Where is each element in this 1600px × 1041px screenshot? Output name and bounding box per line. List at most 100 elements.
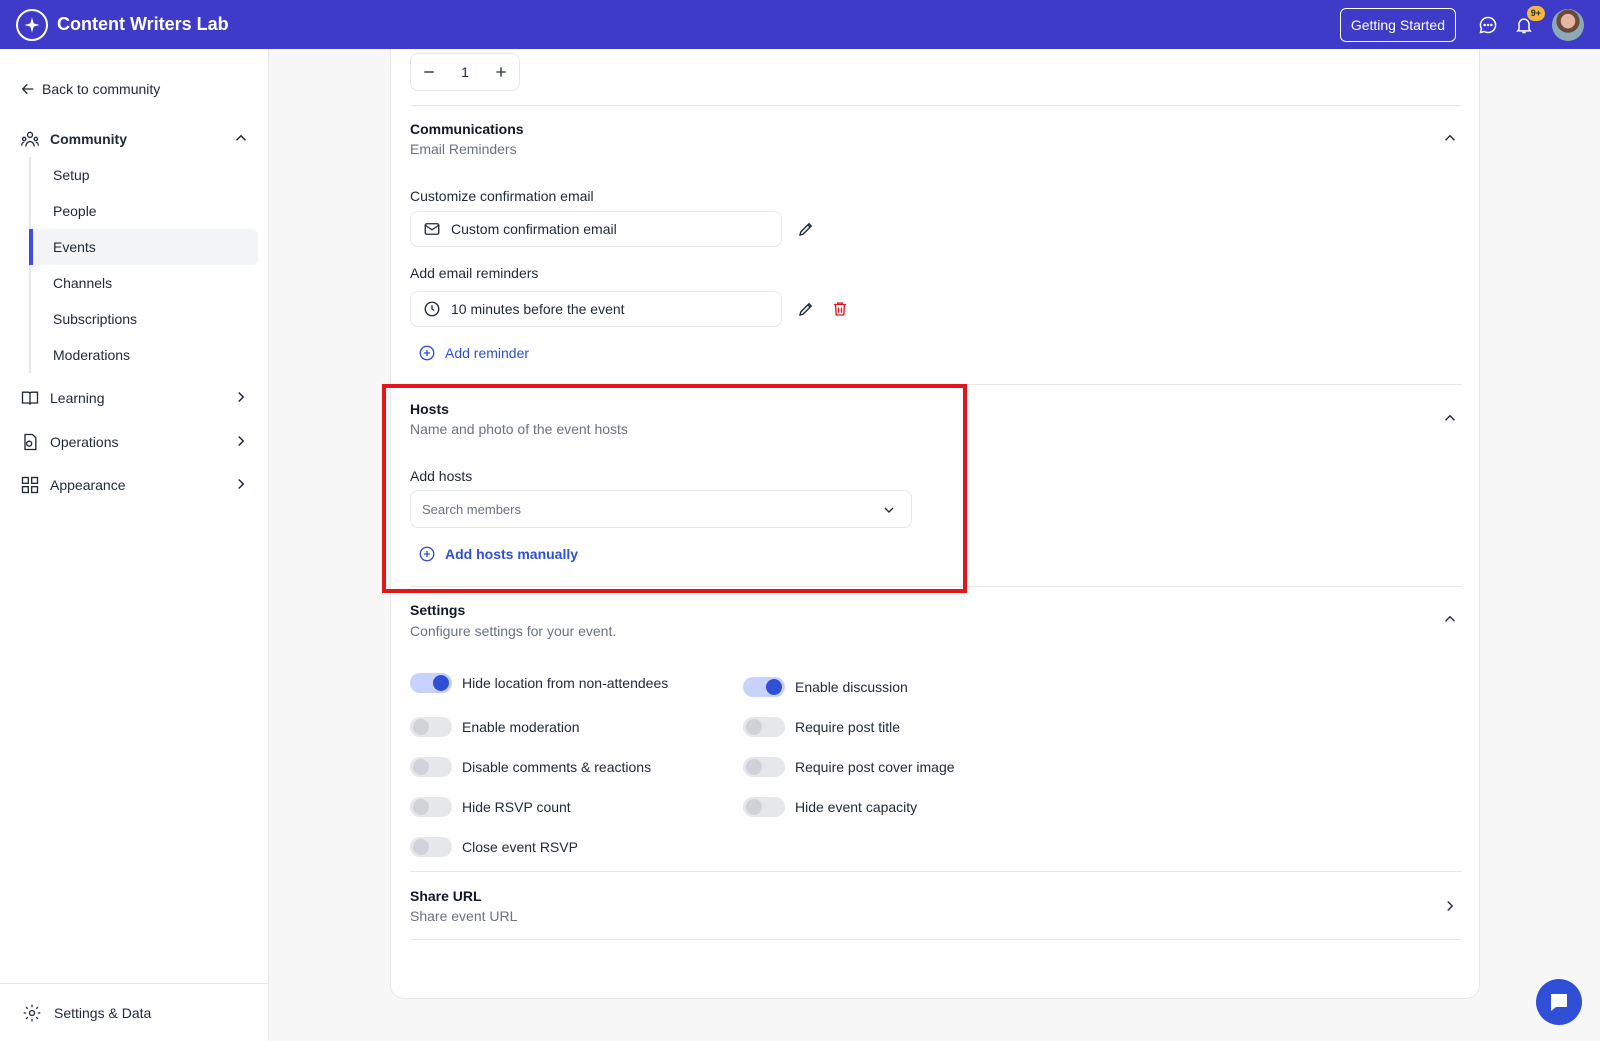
mail-icon xyxy=(424,223,440,235)
pencil-icon[interactable] xyxy=(795,298,817,320)
chat-bubble-icon xyxy=(1551,994,1567,1011)
hosts-highlight-box xyxy=(382,384,967,593)
confirmation-email-label: Customize confirmation email xyxy=(410,188,594,204)
toggle-hide-rsvp-count[interactable]: Hide RSVP count xyxy=(410,797,571,817)
sidebar-item-moderations[interactable]: Moderations xyxy=(31,337,258,373)
toggle-switch[interactable] xyxy=(410,757,452,777)
plus-icon[interactable] xyxy=(493,64,509,80)
top-bar: Content Writers Lab Getting Started 9+ xyxy=(0,0,1600,49)
chevron-up-icon[interactable] xyxy=(1441,409,1459,427)
toggle-switch[interactable] xyxy=(410,717,452,737)
chevron-up-icon[interactable] xyxy=(1441,610,1459,628)
book-icon xyxy=(21,391,39,405)
community-icon xyxy=(21,131,39,147)
sidebar-item-label: Learning xyxy=(50,390,105,406)
email-reminders-label: Add email reminders xyxy=(410,265,539,281)
clock-icon xyxy=(424,301,440,317)
share-url-title[interactable]: Share URL xyxy=(410,888,482,904)
operations-icon xyxy=(24,433,37,451)
add-reminder-button[interactable]: Add reminder xyxy=(418,344,529,362)
toggle-label: Close event RSVP xyxy=(462,839,578,855)
settings-subtitle: Configure settings for your event. xyxy=(410,623,617,639)
appearance-icon xyxy=(21,476,39,494)
toggle-switch[interactable] xyxy=(743,717,785,737)
sidebar-item-label: Community xyxy=(50,131,127,147)
bell-icon[interactable]: 9+ xyxy=(1512,4,1546,37)
settings-label: Settings & Data xyxy=(54,1004,152,1021)
toggle-switch[interactable] xyxy=(410,837,452,857)
toggle-switch[interactable] xyxy=(743,677,785,697)
toggle-disable-comments[interactable]: Disable comments & reactions xyxy=(410,757,651,777)
back-label: Back to community xyxy=(42,81,161,97)
communications-title: Communications xyxy=(410,121,524,137)
divider xyxy=(410,939,1462,940)
sidebar-item-operations[interactable]: Operations xyxy=(20,432,250,452)
toggle-enable-moderation[interactable]: Enable moderation xyxy=(410,717,580,737)
sidebar-item-subscriptions[interactable]: Subscriptions xyxy=(31,301,258,337)
divider xyxy=(410,871,1462,872)
chevron-right-icon xyxy=(238,435,245,447)
community-sub-items: Setup People Events Channels Subscriptio… xyxy=(29,157,258,373)
app-title: Content Writers Lab xyxy=(57,14,229,34)
toggle-label: Hide location from non-attendees xyxy=(462,675,669,691)
sidebar-item-events[interactable]: Events xyxy=(29,229,258,265)
sidebar-item-channels[interactable]: Channels xyxy=(31,265,258,301)
email-reminder-field[interactable]: 10 minutes before the event xyxy=(410,291,782,327)
trash-icon[interactable] xyxy=(829,298,851,320)
pencil-icon[interactable] xyxy=(795,218,817,240)
chevron-right-icon[interactable] xyxy=(1441,897,1459,915)
chat-launcher-button[interactable] xyxy=(1536,979,1582,1025)
toggle-close-rsvp[interactable]: Close event RSVP xyxy=(410,837,578,857)
sidebar-item-setup[interactable]: Setup xyxy=(31,157,258,193)
toggle-label: Hide RSVP count xyxy=(462,799,571,815)
sidebar-item-label: Operations xyxy=(50,434,119,450)
toggle-require-post-title[interactable]: Require post title xyxy=(743,717,900,737)
sidebar-item-label: Appearance xyxy=(50,477,126,493)
sidebar-item-learning[interactable]: Learning xyxy=(20,388,250,408)
settings-data-link[interactable]: Settings & Data xyxy=(0,983,269,1041)
toggle-enable-discussion[interactable]: Enable discussion xyxy=(743,677,908,697)
chat-icon[interactable] xyxy=(1476,13,1500,37)
toggle-label: Require post title xyxy=(795,719,901,735)
sparkle-logo-icon xyxy=(16,8,48,41)
stepper-value: 1 xyxy=(461,64,469,80)
brand[interactable]: Content Writers Lab xyxy=(16,8,229,41)
chevron-right-icon xyxy=(238,391,245,403)
confirmation-email-field[interactable]: Custom confirmation email xyxy=(410,211,782,247)
toggle-label: Enable discussion xyxy=(795,679,908,695)
avatar[interactable] xyxy=(1552,8,1584,41)
communications-subtitle: Email Reminders xyxy=(410,141,517,157)
toggle-label: Enable moderation xyxy=(462,719,580,735)
toggle-hide-event-capacity[interactable]: Hide event capacity xyxy=(743,797,917,817)
confirmation-email-value: Custom confirmation email xyxy=(451,221,617,237)
toggle-require-cover-image[interactable]: Require post cover image xyxy=(743,757,955,777)
email-reminder-value: 10 minutes before the event xyxy=(451,301,625,317)
divider xyxy=(410,105,1462,106)
sidebar: Back to community Community Setup People… xyxy=(0,49,269,1041)
toggle-label: Disable comments & reactions xyxy=(462,759,652,775)
chevron-right-icon xyxy=(238,478,245,490)
toggle-label: Require post cover image xyxy=(795,759,955,775)
chevron-up-icon[interactable] xyxy=(1441,129,1459,147)
getting-started-button[interactable]: Getting Started xyxy=(1339,7,1456,42)
toggle-label: Hide event capacity xyxy=(795,799,918,815)
arrow-left-icon xyxy=(21,83,34,95)
gear-icon xyxy=(23,1004,41,1021)
notification-badge: 9+ xyxy=(1525,4,1546,22)
minus-icon[interactable] xyxy=(421,64,437,80)
toggle-switch[interactable] xyxy=(743,797,785,817)
chevron-up-icon[interactable] xyxy=(232,129,250,147)
toggle-switch[interactable] xyxy=(410,673,452,693)
add-reminder-label: Add reminder xyxy=(445,345,530,361)
quantity-stepper[interactable]: 1 xyxy=(410,53,520,91)
sidebar-item-community[interactable]: Community xyxy=(20,129,250,149)
back-to-community-link[interactable]: Back to community xyxy=(20,81,160,97)
plus-circle-icon xyxy=(419,345,435,361)
toggle-hide-location[interactable]: Hide location from non-attendees xyxy=(410,673,668,693)
sidebar-item-people[interactable]: People xyxy=(31,193,258,229)
settings-title: Settings xyxy=(410,602,466,618)
sidebar-item-appearance[interactable]: Appearance xyxy=(20,475,250,495)
share-url-subtitle: Share event URL xyxy=(410,908,518,924)
toggle-switch[interactable] xyxy=(410,797,452,817)
toggle-switch[interactable] xyxy=(743,757,785,777)
